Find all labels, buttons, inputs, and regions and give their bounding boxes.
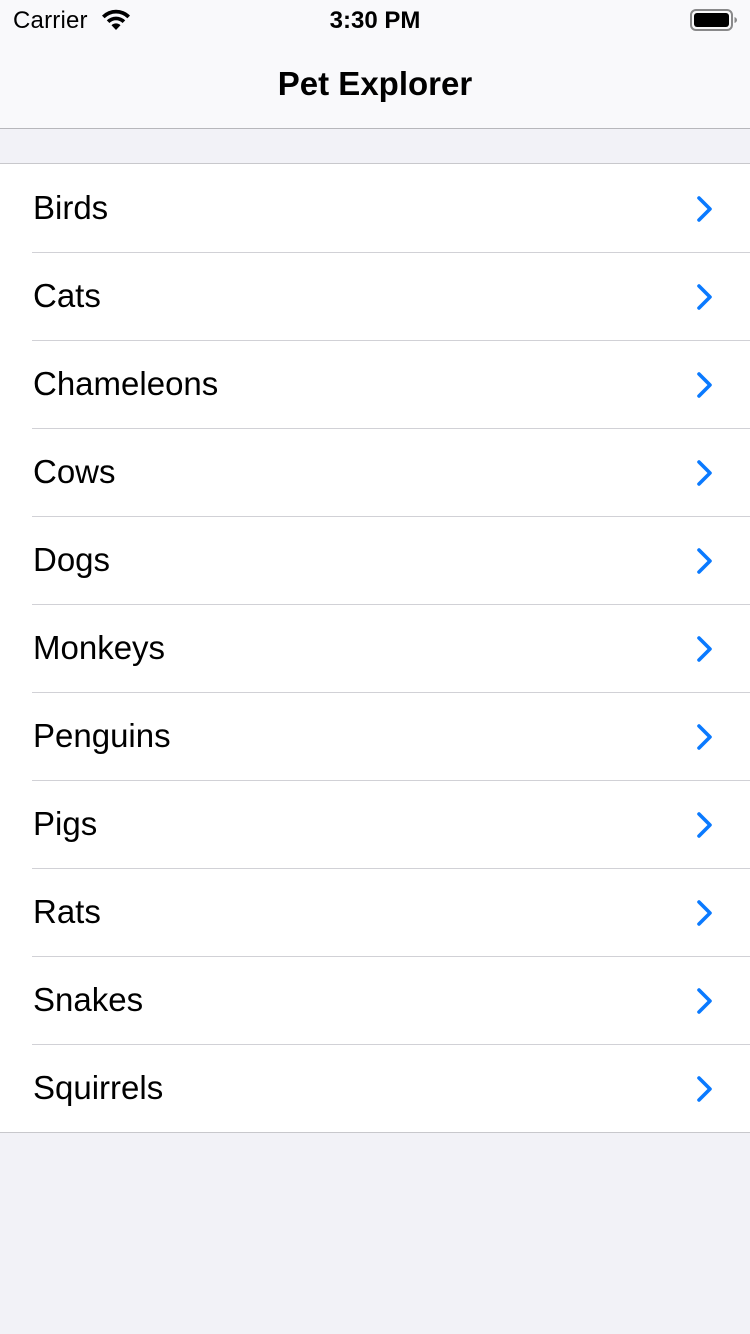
- chevron-right-icon: [697, 196, 712, 222]
- chevron-right-icon: [697, 372, 712, 398]
- list-item-label: Rats: [33, 893, 101, 930]
- list-item[interactable]: Rats: [0, 868, 750, 956]
- chevron-right-icon: [697, 460, 712, 486]
- list-item[interactable]: Cows: [0, 428, 750, 516]
- chevron-right-icon: [697, 812, 712, 838]
- list-item[interactable]: Squirrels: [0, 1044, 750, 1132]
- list-item-label: Squirrels: [33, 1069, 164, 1106]
- list-item[interactable]: Snakes: [0, 956, 750, 1044]
- chevron-right-icon: [697, 900, 712, 926]
- chevron-right-icon: [697, 988, 712, 1014]
- list-item[interactable]: Penguins: [0, 692, 750, 780]
- chevron-right-icon: [697, 636, 712, 662]
- list-item-label: Monkeys: [33, 629, 166, 666]
- pet-list: Birds Cats Chameleons Cows Dogs Monkeys Pengui…: [0, 163, 750, 1133]
- top-chrome: Carrier 3:30 PM Pet Explorer: [0, 0, 750, 129]
- list-item[interactable]: Monkeys: [0, 604, 750, 692]
- list-item[interactable]: Dogs: [0, 516, 750, 604]
- list-item[interactable]: Birds: [0, 164, 750, 252]
- chevron-right-icon: [697, 724, 712, 750]
- list-item[interactable]: Chameleons: [0, 340, 750, 428]
- list-item-label: Snakes: [33, 981, 144, 1018]
- list-item-label: Penguins: [33, 717, 171, 754]
- list-item-label: Dogs: [33, 541, 111, 578]
- chevron-right-icon: [697, 284, 712, 310]
- list-item[interactable]: Cats: [0, 252, 750, 340]
- list-item-label: Cats: [33, 277, 101, 314]
- screen: Carrier 3:30 PM Pet Explorer Birds Cats Ch…: [0, 0, 750, 1334]
- chevron-right-icon: [697, 1076, 712, 1102]
- list-item-label: Birds: [33, 189, 109, 226]
- page-title: Pet Explorer: [277, 65, 473, 102]
- status-time: 3:30 PM: [329, 7, 421, 34]
- list-item-label: Cows: [33, 453, 116, 490]
- battery-icon: [690, 9, 737, 31]
- chevron-right-icon: [697, 548, 712, 574]
- list-item-label: Pigs: [33, 805, 98, 842]
- status-bar: Carrier 3:30 PM: [0, 0, 750, 40]
- list-item-label: Chameleons: [33, 365, 219, 402]
- list-item[interactable]: Pigs: [0, 780, 750, 868]
